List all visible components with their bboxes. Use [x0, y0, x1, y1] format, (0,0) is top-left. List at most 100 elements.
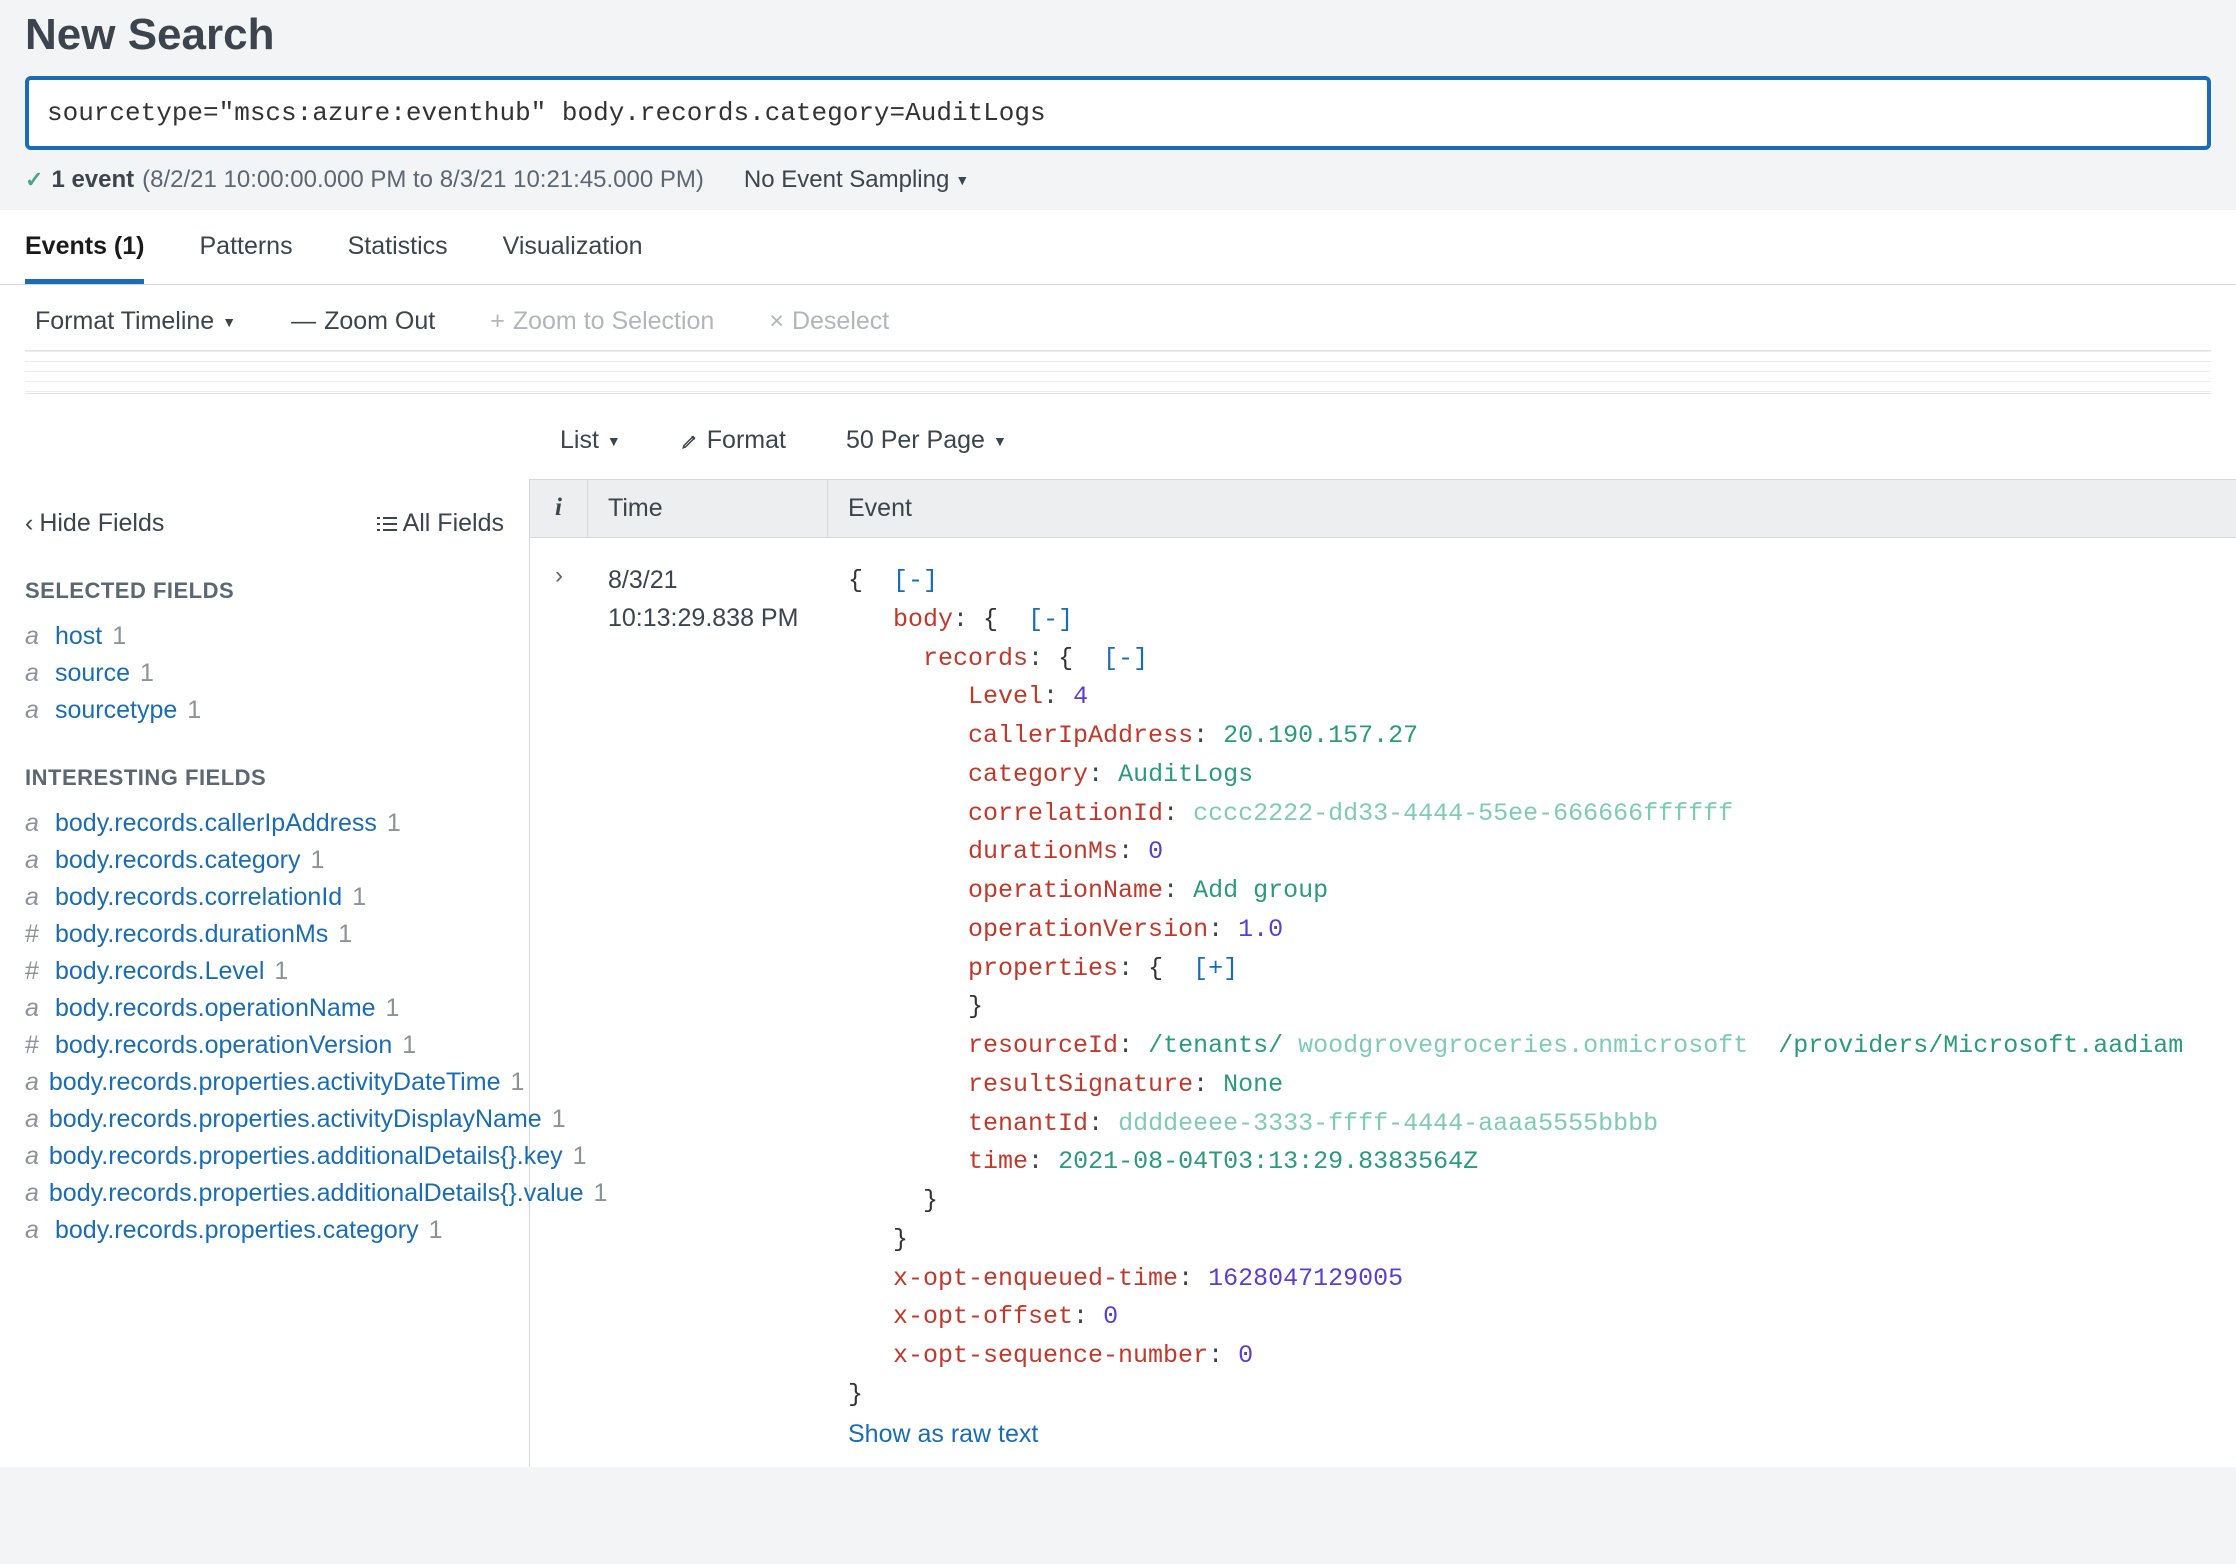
tab-visualization[interactable]: Visualization	[503, 210, 643, 284]
field-type-icon: a	[25, 1216, 45, 1245]
page-title: New Search	[25, 10, 2211, 60]
field-type-icon: a	[25, 622, 45, 651]
plus-icon: +	[490, 307, 505, 336]
field-count: 1	[311, 846, 325, 875]
field-name-link[interactable]: body.records.category	[55, 846, 301, 875]
tab-statistics[interactable]: Statistics	[348, 210, 448, 284]
event-time: 8/3/21 10:13:29.838 PM	[588, 550, 828, 1467]
event-count: 1 event	[51, 166, 134, 194]
field-item: asourcetype1	[25, 692, 504, 729]
event-clock: 10:13:29.838 PM	[608, 600, 808, 638]
selected-fields-heading: SELECTED FIELDS	[25, 578, 504, 604]
field-type-icon: a	[25, 994, 45, 1023]
format-timeline-dropdown[interactable]: Format Timeline ▼	[35, 307, 236, 336]
field-name-link[interactable]: body.records.properties.activityDisplayN…	[49, 1105, 542, 1134]
field-item: a body.records.category 1	[25, 842, 504, 879]
time-range: (8/2/21 10:00:00.000 PM to 8/3/21 10:21:…	[142, 166, 704, 194]
time-value: 2021-08-04T03:13:29.8383564Z	[1058, 1147, 1478, 1176]
hide-fields-button[interactable]: ‹ Hide Fields	[25, 509, 164, 538]
search-status: ✓ 1 event (8/2/21 10:00:00.000 PM to 8/3…	[25, 166, 704, 194]
field-count: 1	[387, 809, 401, 838]
field-name-link[interactable]: body.records.properties.additionalDetail…	[49, 1142, 563, 1171]
field-item: # body.records.operationVersion 1	[25, 1027, 504, 1064]
field-count: 1	[386, 994, 400, 1023]
list-label: List	[560, 426, 599, 455]
zoom-out-label: Zoom Out	[324, 307, 435, 336]
field-type-icon: a	[25, 846, 45, 875]
field-name-link[interactable]: body.records.operationName	[55, 994, 376, 1023]
field-count: 1	[352, 883, 366, 912]
list-icon	[377, 516, 397, 532]
collapse-toggle[interactable]: [-]	[893, 566, 938, 595]
list-view-dropdown[interactable]: List ▼	[560, 426, 621, 455]
caret-down-icon: ▼	[993, 433, 1007, 449]
tab-events[interactable]: Events (1)	[25, 210, 144, 284]
caret-down-icon: ▼	[222, 314, 236, 330]
caret-down-icon: ▼	[955, 172, 969, 188]
deselect-button: × Deselect	[769, 307, 889, 336]
field-name-link[interactable]: body.records.operationVersion	[55, 1031, 392, 1060]
event-sampling-dropdown[interactable]: No Event Sampling ▼	[744, 166, 969, 194]
per-page-label: 50 Per Page	[846, 426, 985, 455]
col-time: Time	[588, 480, 828, 537]
events-table-header: i Time Event	[530, 479, 2236, 538]
field-item: abody.records.properties.additionalDetai…	[25, 1175, 504, 1212]
x-opt-offset-value: 0	[1103, 1302, 1118, 1331]
chevron-left-icon: ‹	[25, 509, 33, 538]
field-type-icon: #	[25, 1031, 45, 1060]
search-input[interactable]: sourcetype="mscs:azure:eventhub" body.re…	[25, 76, 2211, 150]
field-type-icon: a	[25, 1105, 39, 1134]
format-button[interactable]: Format	[681, 426, 786, 455]
caret-down-icon: ▼	[607, 433, 621, 449]
field-count: 1	[402, 1031, 416, 1060]
collapse-toggle[interactable]: [-]	[1103, 644, 1148, 673]
all-fields-button[interactable]: All Fields	[377, 509, 504, 538]
field-name-link[interactable]: body.records.properties.category	[55, 1216, 419, 1245]
x-opt-sequence-number-value: 0	[1238, 1341, 1253, 1370]
correlation-id-value: cccc2222-dd33-4444-55ee-666666ffffff	[1193, 799, 1733, 828]
hide-fields-label: Hide Fields	[39, 509, 164, 538]
field-item: asource1	[25, 655, 504, 692]
caller-ip-value: 20.190.157.27	[1223, 721, 1418, 750]
tab-patterns[interactable]: Patterns	[199, 210, 292, 284]
field-name-link[interactable]: body.records.properties.activityDateTime	[49, 1068, 501, 1097]
zoom-selection-label: Zoom to Selection	[513, 307, 715, 336]
field-type-icon: a	[25, 809, 45, 838]
field-item: abody.records.properties.activityDisplay…	[25, 1101, 504, 1138]
field-type-icon: a	[25, 883, 45, 912]
field-count: 1	[429, 1216, 443, 1245]
interesting-fields-heading: INTERESTING FIELDS	[25, 765, 504, 791]
minus-icon: —	[291, 307, 316, 336]
field-name-link[interactable]: body.records.correlationId	[55, 883, 342, 912]
expand-event-button[interactable]: ›	[530, 550, 588, 1467]
field-name-link[interactable]: source	[55, 659, 130, 688]
field-name-link[interactable]: body.records.durationMs	[55, 920, 328, 949]
field-name-link[interactable]: body.records.callerIpAddress	[55, 809, 377, 838]
result-signature-value: None	[1223, 1070, 1283, 1099]
field-count: 1	[112, 622, 126, 651]
field-name-link[interactable]: sourcetype	[55, 696, 177, 725]
x-opt-enqueued-time-value: 1628047129005	[1208, 1264, 1403, 1293]
field-item: abody.records.properties.additionalDetai…	[25, 1138, 504, 1175]
field-type-icon: a	[25, 1142, 39, 1171]
show-raw-text-link[interactable]: Show as raw text	[848, 1420, 1038, 1448]
field-count: 1	[510, 1068, 524, 1097]
field-name-link[interactable]: body.records.properties.additionalDetail…	[49, 1179, 584, 1208]
field-name-link[interactable]: body.records.Level	[55, 957, 264, 986]
field-name-link[interactable]: host	[55, 622, 102, 651]
collapse-toggle[interactable]: [-]	[1028, 605, 1073, 634]
expand-toggle[interactable]: [+]	[1193, 954, 1238, 983]
field-count: 1	[274, 957, 288, 986]
pencil-icon	[681, 432, 699, 450]
col-info: i	[530, 480, 588, 537]
field-item: #body.records.durationMs1	[25, 916, 504, 953]
selected-fields-list: ahost 1 asource1asourcetype1	[25, 618, 504, 729]
timeline-chart[interactable]	[0, 350, 2236, 402]
per-page-dropdown[interactable]: 50 Per Page ▼	[846, 426, 1007, 455]
level-value: 4	[1073, 682, 1088, 711]
sampling-label: No Event Sampling	[744, 166, 949, 194]
tenant-id-value: ddddeeee-3333-ffff-4444-aaaa5555bbbb	[1118, 1109, 1658, 1138]
all-fields-label: All Fields	[403, 509, 504, 538]
zoom-out-button[interactable]: — Zoom Out	[291, 307, 435, 336]
field-type-icon: #	[25, 957, 45, 986]
